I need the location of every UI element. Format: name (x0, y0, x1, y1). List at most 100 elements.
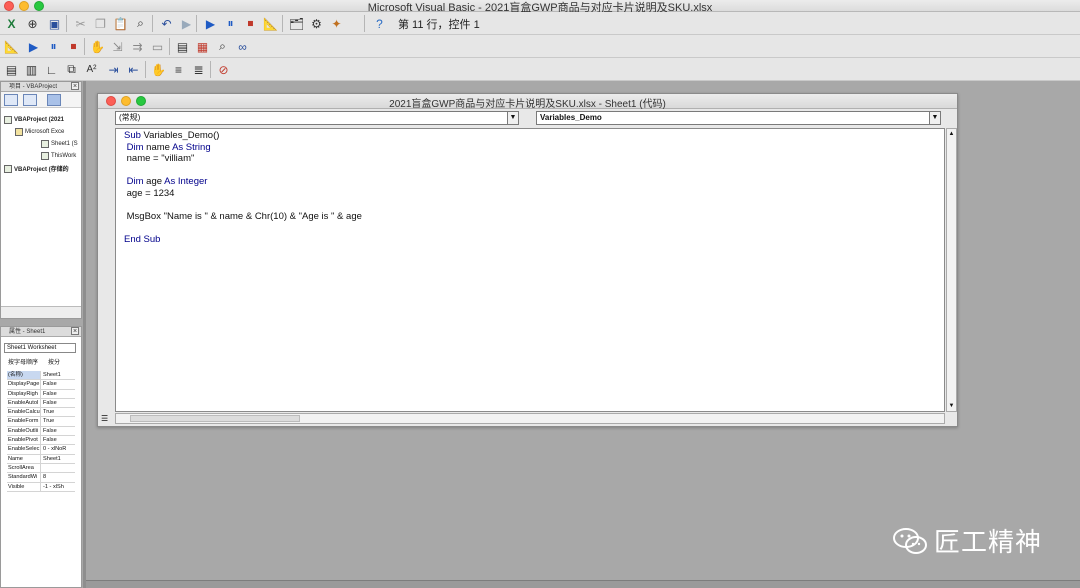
pause-icon[interactable]: ⏸ (222, 15, 239, 32)
code-line[interactable] (124, 165, 362, 177)
toolbox-icon[interactable]: ✦ (328, 15, 345, 32)
view-mode-icon[interactable]: ☰ (101, 414, 108, 423)
property-value[interactable]: 0 - xlNoR (41, 445, 75, 453)
scroll-thumb[interactable] (130, 415, 300, 422)
help-icon[interactable]: ? (371, 15, 388, 32)
tree-item[interactable]: Sheet1 (S (41, 140, 78, 148)
pause-icon[interactable]: ⏸ (45, 38, 62, 55)
property-row[interactable]: DisplayPage False (7, 380, 75, 390)
chevron-down-icon[interactable]: ▼ (507, 112, 518, 124)
code-horizontal-scrollbar[interactable] (115, 413, 945, 424)
property-row[interactable]: (名称) Sheet1 (7, 371, 75, 381)
view-code-icon[interactable] (4, 94, 18, 106)
code-line[interactable] (124, 199, 362, 211)
list-constants-icon[interactable]: ▥ (23, 61, 40, 78)
properties-panel-close-button[interactable]: × (71, 327, 79, 335)
quick-info-icon[interactable]: ∟ (43, 61, 60, 78)
clear-bookmarks-icon[interactable]: ⊘ (215, 61, 232, 78)
property-value[interactable]: False (41, 399, 75, 407)
property-value[interactable]: Sheet1 (41, 371, 75, 379)
step-over-icon[interactable]: ⇉ (129, 38, 146, 55)
toggle-folders-icon[interactable] (47, 94, 61, 106)
comment-block-icon[interactable]: ≡ (170, 61, 187, 78)
property-row[interactable]: StandardWi 8 (7, 473, 75, 483)
immediate-icon[interactable]: ▤ (174, 38, 191, 55)
object-combo[interactable]: (常规) ▼ (115, 111, 519, 125)
property-row[interactable]: EnableCalcu True (7, 408, 75, 418)
code-line[interactable]: Sub Variables_Demo() (124, 130, 362, 142)
complete-word-icon[interactable]: A² (83, 61, 100, 78)
code-line[interactable]: End Sub (124, 234, 362, 246)
design-mode-icon[interactable]: 📐 (262, 15, 279, 32)
property-row[interactable]: ScrollArea (7, 463, 75, 474)
code-line[interactable]: Dim name As String (124, 142, 362, 154)
copy-icon[interactable]: ❐ (92, 15, 109, 32)
design-mode-icon[interactable]: 📐 (3, 38, 20, 55)
find-icon[interactable]: ⌕ (132, 15, 149, 32)
cut-icon[interactable]: ✂ (72, 15, 89, 32)
object-select[interactable]: Sheet1 Worksheet (4, 343, 76, 353)
project-horizontal-scrollbar[interactable] (1, 306, 81, 318)
toggle-breakpoint-icon[interactable]: ✋ (150, 61, 167, 78)
property-value[interactable]: False (41, 390, 75, 398)
uncomment-block-icon[interactable]: ≣ (190, 61, 207, 78)
tree-item[interactable]: VBAProject (存储的 (4, 164, 69, 173)
quick-watch-icon[interactable]: ⌕ (214, 38, 231, 55)
redo-icon[interactable]: ▶ (178, 15, 195, 32)
code-line[interactable]: name = "villiam" (124, 153, 362, 165)
outdent-icon[interactable]: ⇤ (125, 61, 142, 78)
run-icon[interactable]: ▶ (202, 15, 219, 32)
view-object-icon[interactable] (23, 94, 37, 106)
save-icon[interactable]: ▣ (46, 15, 63, 32)
property-row[interactable]: EnableForm True (7, 417, 75, 427)
property-value[interactable]: 8 (41, 473, 75, 481)
scroll-up-icon[interactable]: ▲ (947, 129, 956, 139)
tree-item[interactable]: Microsoft Exce (15, 128, 64, 136)
excel-icon[interactable]: X (3, 15, 20, 32)
code-line[interactable] (124, 222, 362, 234)
panel-splitter[interactable] (83, 81, 86, 588)
code-line[interactable]: MsgBox "Name is " & name & Chr(10) & "Ag… (124, 211, 362, 223)
locals-icon[interactable]: ▭ (149, 38, 166, 55)
procedure-combo[interactable]: Variables_Demo ▼ (536, 111, 941, 125)
tree-item[interactable]: ThisWork (41, 152, 76, 160)
property-value[interactable]: True (41, 408, 75, 416)
properties-icon[interactable]: ⚙ (308, 15, 325, 32)
property-value[interactable]: False (41, 380, 75, 388)
property-row[interactable]: EnablePivot False (7, 436, 75, 446)
step-into-icon[interactable]: ⇲ (109, 38, 126, 55)
tab-categorized[interactable]: 按分 (48, 357, 60, 369)
code-line[interactable]: Dim age As Integer (124, 176, 362, 188)
property-row[interactable]: EnableOutlii False (7, 426, 75, 437)
call-stack-icon[interactable]: ∞ (234, 38, 251, 55)
property-row[interactable]: Name Sheet1 (7, 454, 75, 464)
property-value[interactable]: False (41, 436, 75, 444)
code-vertical-scrollbar[interactable]: ▲ ▼ (946, 128, 957, 412)
code-editor[interactable]: Sub Variables_Demo() Dim name As String … (115, 128, 945, 412)
tree-item[interactable]: VBAProject (2021 (4, 116, 64, 124)
property-value[interactable]: False (41, 427, 75, 435)
code-text[interactable]: Sub Variables_Demo() Dim name As String … (124, 130, 362, 245)
property-row[interactable]: EnableAutoI False (7, 398, 75, 409)
code-line[interactable]: age = 1234 (124, 188, 362, 200)
project-panel-close-button[interactable]: × (71, 82, 79, 90)
project-explorer-icon[interactable]: 🗂 (288, 15, 305, 32)
property-row[interactable]: DisplayRigh False (7, 389, 75, 399)
undo-icon[interactable]: ↶ (158, 15, 175, 32)
property-row[interactable]: EnableSelec 0 - xlNoR (7, 445, 75, 455)
chevron-down-icon[interactable]: ▼ (929, 112, 940, 124)
indent-icon[interactable]: ⇥ (105, 61, 122, 78)
stop-icon[interactable]: ⏹ (242, 15, 259, 32)
scroll-down-icon[interactable]: ▼ (947, 401, 956, 411)
property-value[interactable]: Sheet1 (41, 455, 75, 463)
property-row[interactable]: Visible -1 - xlSh (7, 482, 75, 492)
tab-alphabetic[interactable]: 按字母顺序 (8, 357, 38, 369)
toggle-breakpoint-icon[interactable]: ✋ (89, 38, 106, 55)
watch-icon[interactable]: ▦ (194, 38, 211, 55)
property-value[interactable] (41, 464, 75, 472)
parameter-info-icon[interactable]: ⧉ (63, 61, 80, 78)
paste-icon[interactable]: 📋 (112, 15, 129, 32)
list-properties-icon[interactable]: ▤ (3, 61, 20, 78)
property-value[interactable]: True (41, 417, 75, 425)
stop-icon[interactable]: ⏹ (65, 38, 82, 55)
